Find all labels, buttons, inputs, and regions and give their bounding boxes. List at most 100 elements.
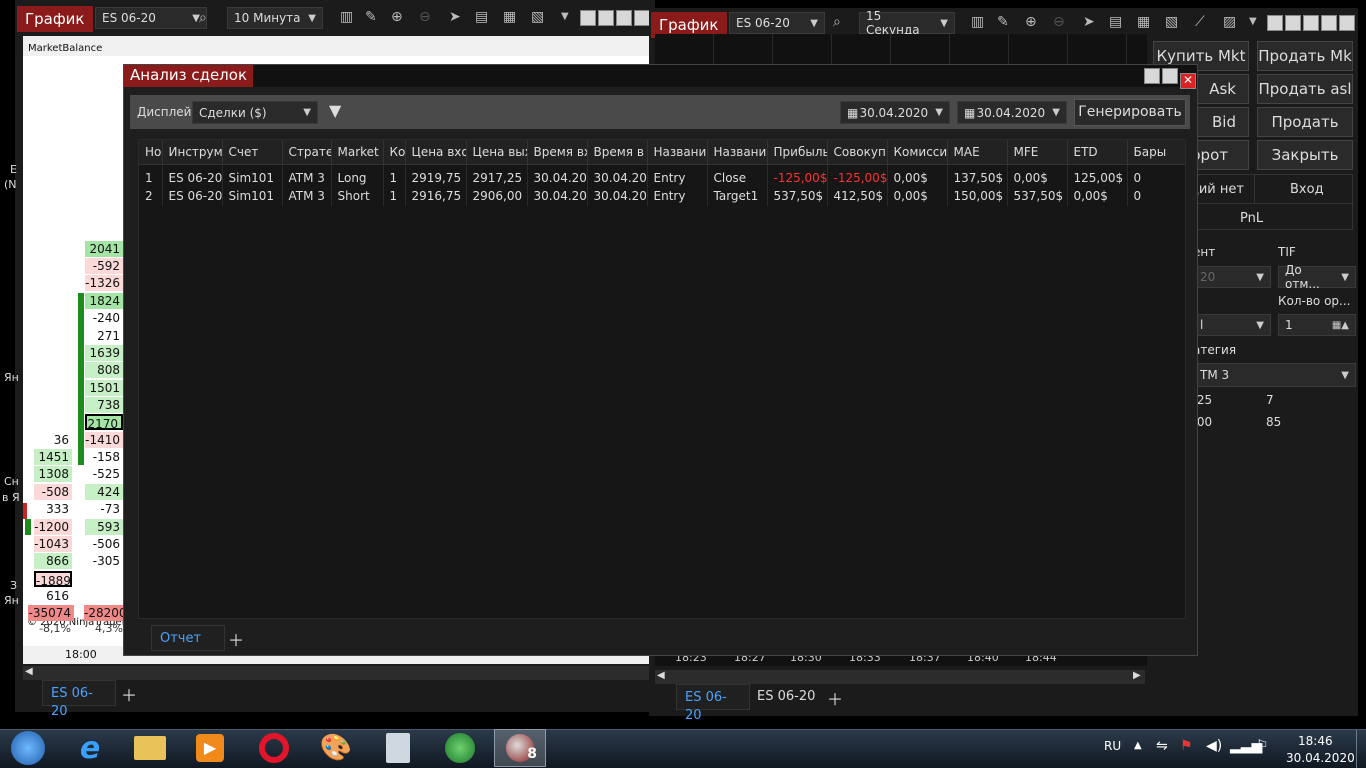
- scroll-right-icon[interactable]: ▶: [1133, 670, 1141, 681]
- action-center-icon[interactable]: ⚐: [1256, 738, 1269, 754]
- column-header[interactable]: Ко: [383, 140, 406, 165]
- dropdown-icon[interactable]: ▼: [1249, 16, 1257, 27]
- show-desktop-button[interactable]: [1356, 730, 1366, 768]
- data-box-icon[interactable]: ▤: [1109, 14, 1122, 30]
- column-header[interactable]: Названи: [707, 140, 768, 165]
- language-indicator[interactable]: RU: [1104, 739, 1121, 753]
- tif-select[interactable]: До отм... ▼: [1278, 263, 1356, 291]
- add-tab-icon[interactable]: ＋: [228, 627, 244, 651]
- zoom-in-icon[interactable]: ⊕: [1025, 14, 1037, 30]
- tray-security-icon[interactable]: ⚑: [1180, 738, 1193, 754]
- chart1-title[interactable]: График: [17, 6, 93, 32]
- strategy-select[interactable]: ТМ 3 ▼: [1193, 363, 1356, 387]
- cursor-icon[interactable]: ➤: [1083, 14, 1095, 30]
- taskbar-opera[interactable]: [248, 729, 300, 767]
- maximize-icon[interactable]: [1321, 15, 1337, 31]
- scroll-left-icon[interactable]: ◀: [25, 666, 33, 677]
- account-select[interactable]: l ▼: [1193, 314, 1271, 336]
- sell-mkt-button[interactable]: Продать Mk: [1257, 41, 1353, 71]
- date-from-picker[interactable]: ▦ 30.04.2020 ▼: [840, 101, 950, 124]
- tile-icon[interactable]: [1267, 15, 1283, 31]
- pencil-icon[interactable]: ✎: [365, 9, 377, 25]
- strategies-icon[interactable]: ▧: [531, 9, 544, 25]
- chart2-instrument-select[interactable]: ES 06-20 ▼: [729, 12, 825, 34]
- minimize-icon[interactable]: [1303, 15, 1319, 31]
- chart1-interval-select[interactable]: 10 Минута ▼: [227, 7, 323, 29]
- column-header[interactable]: Страте: [282, 140, 332, 165]
- chart2-interval-select[interactable]: 15 Секунда ▼: [859, 9, 955, 37]
- column-header[interactable]: Время вх: [527, 140, 588, 165]
- data-box-icon[interactable]: ▤: [475, 9, 488, 25]
- column-header[interactable]: MFE: [1007, 140, 1068, 165]
- add-tab-icon[interactable]: ＋: [121, 682, 137, 706]
- zoom-out-icon[interactable]: ⊖: [419, 9, 431, 25]
- column-header[interactable]: Но: [139, 140, 163, 165]
- show-hidden-icon[interactable]: ▲: [1134, 740, 1142, 751]
- close-icon[interactable]: [1339, 15, 1355, 31]
- templates-icon[interactable]: ▦: [503, 9, 516, 25]
- column-header[interactable]: MAE: [947, 140, 1008, 165]
- column-header[interactable]: Прибыль: [767, 140, 828, 165]
- indicators-icon[interactable]: ⟋: [1195, 14, 1205, 30]
- minimize-icon[interactable]: [616, 10, 632, 26]
- filter-icon[interactable]: ▼: [329, 101, 341, 120]
- minimize-icon[interactable]: [1144, 68, 1160, 84]
- close-position-button[interactable]: Закрыть: [1257, 140, 1353, 170]
- column-header[interactable]: Цена вых: [466, 140, 528, 165]
- column-header[interactable]: Комисси: [887, 140, 948, 165]
- taskbar-ie[interactable]: e: [64, 729, 116, 767]
- maximize-icon[interactable]: [1162, 68, 1178, 84]
- scroll-left-icon[interactable]: ◀: [657, 670, 665, 681]
- strategies-icon[interactable]: ▧: [1165, 14, 1178, 30]
- maximize-icon[interactable]: [634, 10, 650, 26]
- bar-style-icon[interactable]: ▥: [340, 9, 353, 25]
- clock-time[interactable]: 18:46: [1298, 734, 1333, 748]
- display-select[interactable]: Сделки ($) ▼: [192, 101, 318, 124]
- chart2-tab-es[interactable]: ES 06-20: [749, 684, 823, 710]
- taskbar-media[interactable]: ▶: [184, 729, 236, 767]
- tile-icon[interactable]: [580, 10, 596, 26]
- stepper-icon[interactable]: ▦▲: [1332, 320, 1349, 331]
- column-header[interactable]: Бары: [1127, 140, 1185, 165]
- zoom-out-icon[interactable]: ⊖: [1053, 14, 1065, 30]
- table-row[interactable]: 2 ES 06-20 Sim101 ATM 3 Short 1 2916,75 …: [139, 185, 1185, 206]
- zoom-in-icon[interactable]: ⊕: [391, 9, 403, 25]
- tile-icon[interactable]: [1285, 15, 1301, 31]
- report-tab[interactable]: Отчет: [151, 625, 225, 651]
- add-tab-icon[interactable]: ＋: [827, 686, 843, 710]
- instrument-select[interactable]: 20 ▼: [1193, 266, 1271, 288]
- sell-bid-button[interactable]: Продать bid: [1257, 107, 1353, 159]
- column-header[interactable]: ETD: [1067, 140, 1128, 165]
- taskbar-metatrader[interactable]: [434, 729, 486, 767]
- chart1-tab-es[interactable]: ES 06-20: [42, 680, 116, 719]
- volume-icon[interactable]: ◀): [1206, 738, 1222, 754]
- pencil-icon[interactable]: ✎: [997, 14, 1009, 30]
- quantity-stepper[interactable]: 1 ▦▲: [1278, 314, 1356, 336]
- search-icon[interactable]: ⌕: [833, 14, 841, 30]
- taskbar-calculator[interactable]: [372, 729, 424, 767]
- column-header[interactable]: Совокупн: [827, 140, 888, 165]
- tray-app-icon[interactable]: ⇋: [1156, 738, 1168, 754]
- chart2-scrollbar[interactable]: ◀ ▶: [655, 670, 1145, 684]
- taskbar-ninjatrader[interactable]: 8: [494, 729, 546, 767]
- chart2-tab-es-active[interactable]: ES 06-20: [676, 684, 750, 723]
- cursor-icon[interactable]: ➤: [449, 9, 461, 25]
- dropdown-icon[interactable]: ▼: [561, 11, 569, 22]
- taskbar-paint[interactable]: 🎨: [310, 729, 362, 767]
- date-to-picker[interactable]: ▦ 30.04.2020 ▼: [957, 101, 1067, 124]
- clock-date[interactable]: 30.04.2020: [1286, 751, 1355, 765]
- chart1-instrument-select[interactable]: ES 06-20 ▼: [95, 7, 207, 29]
- column-header[interactable]: Время в: [587, 140, 648, 165]
- search-icon[interactable]: ⌕: [199, 10, 207, 26]
- column-header[interactable]: Market: [331, 140, 384, 165]
- taskbar-explorer[interactable]: [124, 729, 176, 767]
- column-header[interactable]: Названи: [647, 140, 708, 165]
- tile-icon[interactable]: [598, 10, 614, 26]
- sell-ask-button[interactable]: Продать asl: [1257, 74, 1353, 104]
- properties-icon[interactable]: ▨: [1223, 14, 1236, 30]
- templates-icon[interactable]: ▦: [1137, 14, 1150, 30]
- column-header[interactable]: Цена вхо: [405, 140, 467, 165]
- column-header[interactable]: Инструм: [162, 140, 223, 165]
- table-row[interactable]: 1 ES 06-20 Sim101 ATM 3 Long 1 2919,75 2…: [139, 164, 1185, 185]
- column-header[interactable]: Счет: [222, 140, 283, 165]
